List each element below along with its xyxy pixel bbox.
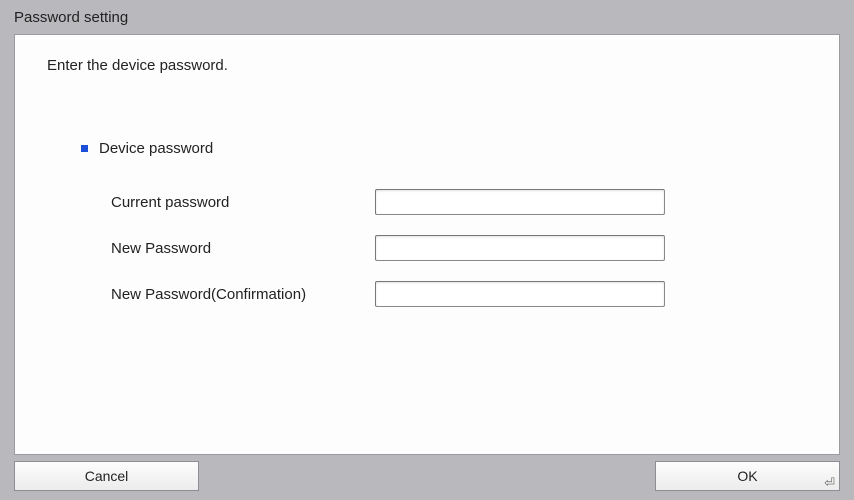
row-confirm-password: New Password(Confirmation) <box>111 271 839 317</box>
section-header: Device password <box>81 140 839 157</box>
device-password-section: Device password Current password New Pas… <box>81 140 839 317</box>
password-form: Current password New Password New Passwo… <box>81 179 839 317</box>
row-new-password: New Password <box>111 225 839 271</box>
cancel-button[interactable]: Cancel <box>14 461 199 491</box>
ok-button[interactable]: OK ⏎ <box>655 461 840 491</box>
section-title: Device password <box>99 140 213 157</box>
button-bar: Cancel OK ⏎ <box>14 459 840 493</box>
window-title: Password setting <box>0 0 854 36</box>
ok-button-label: OK <box>737 468 757 484</box>
label-current-password: Current password <box>111 194 375 211</box>
return-icon: ⏎ <box>824 476 835 489</box>
instruction-text: Enter the device password. <box>15 35 839 74</box>
cancel-button-label: Cancel <box>85 468 129 484</box>
content-panel: Enter the device password. Device passwo… <box>14 34 840 455</box>
row-current-password: Current password <box>111 179 839 225</box>
label-new-password: New Password <box>111 240 375 257</box>
current-password-input[interactable] <box>375 189 665 215</box>
square-bullet-icon <box>81 145 88 152</box>
new-password-input[interactable] <box>375 235 665 261</box>
label-confirm-password: New Password(Confirmation) <box>111 286 375 303</box>
confirm-password-input[interactable] <box>375 281 665 307</box>
